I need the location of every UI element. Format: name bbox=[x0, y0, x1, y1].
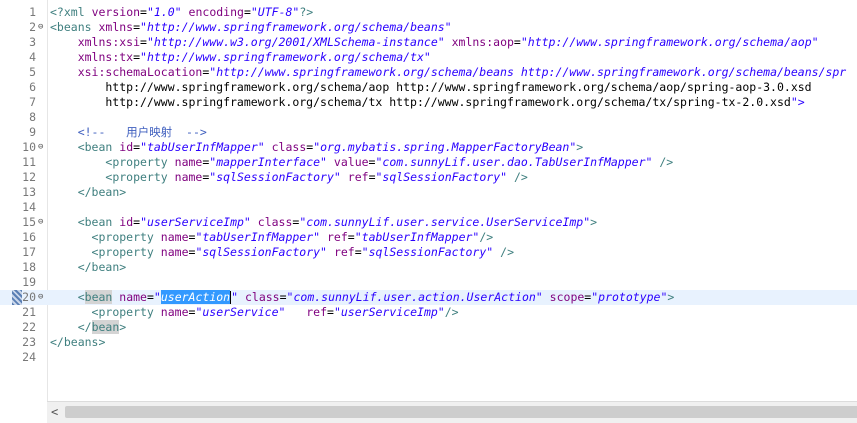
line-number: 13 bbox=[22, 185, 36, 199]
code-line[interactable]: 7 http://www.springframework.org/schema/… bbox=[0, 95, 857, 110]
line-number: 11 bbox=[22, 155, 36, 169]
code-line[interactable]: 1 <?xml version="1.0" encoding="UTF-8"?> bbox=[0, 5, 857, 20]
line-number: 19 bbox=[22, 275, 36, 289]
code-line[interactable]: 13 </bean> bbox=[0, 185, 857, 200]
line-number: 21 bbox=[22, 305, 36, 319]
code-text[interactable]: http://www.springframework.org/schema/ao… bbox=[50, 80, 811, 95]
code-line[interactable]: 9 <!-- 用户映射 --> bbox=[0, 125, 857, 140]
fold-toggle-icon[interactable]: ⊖ bbox=[38, 218, 46, 227]
code-line[interactable]: 11 <property name="mapperInterface" valu… bbox=[0, 155, 857, 170]
line-number: 24 bbox=[22, 350, 36, 364]
horizontal-scrollbar[interactable]: < bbox=[47, 401, 857, 423]
scrollbar-thumb[interactable] bbox=[65, 406, 857, 418]
code-line[interactable]: 19 bbox=[0, 275, 857, 290]
code-text[interactable]: <property name="sqlSessionFactory" ref="… bbox=[50, 245, 514, 260]
line-number: 3 bbox=[29, 35, 36, 49]
line-number: 5 bbox=[29, 65, 36, 79]
code-line[interactable]: 24 bbox=[0, 350, 857, 365]
line-number: 9 bbox=[29, 125, 36, 139]
line-number: 12 bbox=[22, 170, 36, 184]
code-text[interactable]: <!-- 用户映射 --> bbox=[50, 125, 207, 140]
line-number: 14 bbox=[22, 200, 36, 214]
line-number: 1 bbox=[29, 5, 36, 19]
code-line[interactable]: 2 ⊖ <beans xmlns="http://www.springframewo… bbox=[0, 20, 857, 35]
line-number: 6 bbox=[29, 80, 36, 94]
line-number: 23 bbox=[22, 335, 36, 349]
scroll-left-arrow-icon[interactable]: < bbox=[51, 405, 58, 419]
code-line[interactable]: 18 </bean> bbox=[0, 260, 857, 275]
code-line[interactable]: 17 <property name="sqlSessionFactory" re… bbox=[0, 245, 857, 260]
line-number: 20 bbox=[22, 290, 36, 304]
code-line[interactable]: 16 <property name="tabUserInfMapper" ref… bbox=[0, 230, 857, 245]
code-line[interactable]: 14 bbox=[0, 200, 857, 215]
line-number: 17 bbox=[22, 245, 36, 259]
line-number: 15 bbox=[22, 215, 36, 229]
line-number: 7 bbox=[29, 95, 36, 109]
line-number: 4 bbox=[29, 50, 36, 64]
code-text[interactable]: <property name="sqlSessionFactory" ref="… bbox=[50, 170, 527, 185]
fold-toggle-icon[interactable]: ⊖ bbox=[38, 23, 46, 32]
code-text[interactable]: <property name="tabUserInfMapper" ref="t… bbox=[50, 230, 494, 245]
code-text[interactable]: <bean name="userAction" class="com.sunny… bbox=[50, 290, 674, 305]
code-line[interactable]: 6 http://www.springframework.org/schema/… bbox=[0, 80, 857, 95]
code-text[interactable]: <?xml version="1.0" encoding="UTF-8"?> bbox=[50, 5, 313, 20]
code-line[interactable]: 21 <property name="userService" ref="use… bbox=[0, 305, 857, 320]
code-line[interactable]: 23 </beans> bbox=[0, 335, 857, 350]
code-text[interactable]: xmlns:xsi="http://www.w3.org/2001/XMLSch… bbox=[50, 35, 819, 50]
fold-toggle-icon[interactable]: ⊖ bbox=[38, 293, 46, 302]
code-line[interactable]: 5 xsi:schemaLocation="http://www.springf… bbox=[0, 65, 857, 80]
code-text[interactable]: </bean> bbox=[50, 320, 126, 335]
code-line[interactable]: 20 ⊖ <bean name="userAction" class="com.s… bbox=[0, 290, 857, 305]
code-text[interactable]: xmlns:tx="http://www.springframework.org… bbox=[50, 50, 431, 65]
code-line[interactable]: 3 xmlns:xsi="http://www.w3.org/2001/XMLS… bbox=[0, 35, 857, 50]
code-text[interactable]: <beans xmlns="http://www.springframework… bbox=[50, 20, 452, 35]
line-number: 18 bbox=[22, 260, 36, 274]
code-text[interactable]: </bean> bbox=[50, 185, 126, 200]
code-text[interactable]: <property name="mapperInterface" value="… bbox=[50, 155, 673, 170]
code-text[interactable]: <property name="userService" ref="userSe… bbox=[50, 305, 459, 320]
scrollbar-corner bbox=[0, 401, 47, 422]
code-line[interactable]: 8 bbox=[0, 110, 857, 125]
code-line[interactable]: 4 xmlns:tx="http://www.springframework.o… bbox=[0, 50, 857, 65]
code-text[interactable]: xsi:schemaLocation="http://www.springfra… bbox=[50, 65, 847, 80]
line-number: 2 bbox=[29, 20, 36, 34]
code-text[interactable]: http://www.springframework.org/schema/tx… bbox=[50, 95, 804, 110]
code-text[interactable]: <bean id="tabUserInfMapper" class="org.m… bbox=[50, 140, 584, 155]
code-line[interactable]: 12 <property name="sqlSessionFactory" re… bbox=[0, 170, 857, 185]
line-number: 10 bbox=[22, 140, 36, 154]
code-line[interactable]: 15 ⊖ <bean id="userServiceImp" class="com… bbox=[0, 215, 857, 230]
line-number: 22 bbox=[22, 320, 36, 334]
line-number: 8 bbox=[29, 110, 36, 124]
code-line[interactable]: 10 ⊖ <bean id="tabUserInfMapper" class="o… bbox=[0, 140, 857, 155]
code-text[interactable]: </bean> bbox=[50, 260, 126, 275]
xml-editor[interactable]: 1 <?xml version="1.0" encoding="UTF-8"?> 2… bbox=[0, 0, 857, 401]
fold-toggle-icon[interactable]: ⊖ bbox=[38, 143, 46, 152]
code-text[interactable]: <bean id="userServiceImp" class="com.sun… bbox=[50, 215, 597, 230]
code-text[interactable]: </beans> bbox=[50, 335, 105, 350]
line-number: 16 bbox=[22, 230, 36, 244]
code-line[interactable]: 22 </bean> bbox=[0, 320, 857, 335]
